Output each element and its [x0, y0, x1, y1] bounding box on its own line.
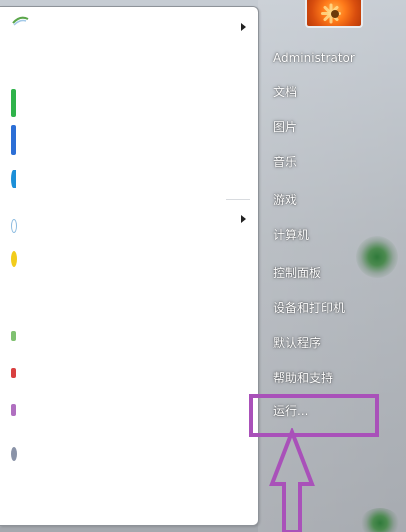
- menu-item-documents[interactable]: 文档: [273, 84, 297, 100]
- menu-item-devices-printers[interactable]: 设备和打印机: [273, 300, 345, 316]
- program-icon[interactable]: [11, 125, 16, 155]
- program-list-pane: [0, 6, 259, 526]
- menu-item-default-programs[interactable]: 默认程序: [273, 335, 321, 351]
- program-icon[interactable]: [11, 219, 17, 233]
- menu-item-computer[interactable]: 计算机: [273, 227, 309, 243]
- menu-item-games[interactable]: 游戏: [273, 192, 297, 208]
- program-icon[interactable]: [11, 89, 16, 117]
- menu-item-control-panel[interactable]: 控制面板: [273, 265, 321, 281]
- program-icon[interactable]: [10, 13, 30, 33]
- background-glow-decoration: [360, 508, 400, 532]
- menu-item-music[interactable]: 音乐: [273, 154, 297, 170]
- menu-item-help-support[interactable]: 帮助和支持: [273, 370, 333, 386]
- program-icon[interactable]: [11, 368, 16, 378]
- annotation-up-arrow-icon: [269, 428, 315, 532]
- program-icon[interactable]: [11, 331, 16, 341]
- user-name-link[interactable]: Administrator: [273, 50, 355, 66]
- user-avatar[interactable]: [305, 0, 363, 28]
- submenu-arrow-icon[interactable]: [241, 23, 246, 31]
- submenu-arrow-icon[interactable]: [241, 215, 246, 223]
- program-icon[interactable]: [11, 404, 16, 416]
- program-icon[interactable]: [11, 251, 17, 267]
- program-icon[interactable]: [11, 170, 16, 188]
- menu-item-pictures[interactable]: 图片: [273, 119, 297, 135]
- background-glow-decoration: [356, 236, 398, 278]
- menu-separator: [226, 199, 250, 200]
- program-icon[interactable]: [11, 447, 17, 461]
